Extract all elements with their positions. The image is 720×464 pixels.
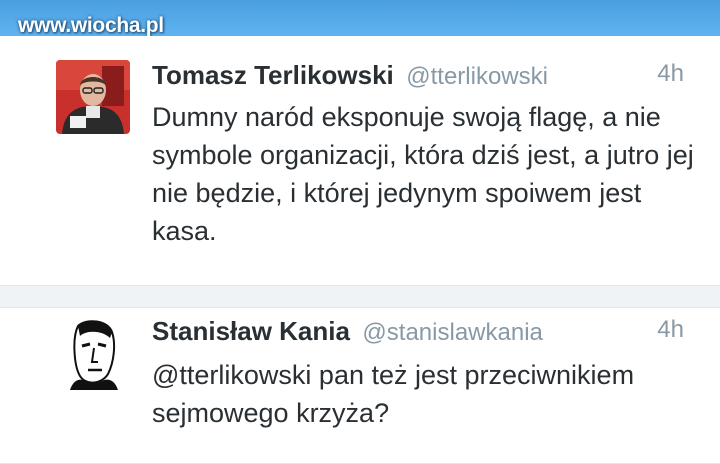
tweet-header: Tomasz Terlikowski @tterlikowski 4h: [152, 60, 702, 94]
user-handle[interactable]: @stanislawkania: [362, 319, 542, 346]
avatar-sketch-icon: [56, 316, 130, 390]
site-watermark: www.wiocha.pl: [18, 14, 164, 37]
display-name[interactable]: Tomasz Terlikowski: [152, 60, 394, 90]
display-name[interactable]: Stanisław Kania: [152, 316, 350, 346]
tweet-item[interactable]: Tomasz Terlikowski @tterlikowski 4h Dumn…: [0, 36, 720, 286]
user-handle[interactable]: @tterlikowski: [406, 63, 548, 90]
tweet-timestamp[interactable]: 4h: [657, 60, 684, 88]
user-avatar[interactable]: [56, 60, 130, 134]
tweet-timestamp[interactable]: 4h: [657, 316, 684, 344]
avatar-photo-icon: [56, 60, 130, 134]
tweet-header: Stanisław Kania @stanislawkania 4h: [152, 316, 702, 350]
user-avatar[interactable]: [56, 316, 130, 390]
tweet-text: @tterlikowski pan też jest przeciwnikiem…: [152, 360, 635, 428]
feed-divider: [0, 286, 720, 308]
tweet-text: Dumny naród eksponuje swoją flagę, a nie…: [152, 102, 694, 246]
tweet-feed: Tomasz Terlikowski @tterlikowski 4h Dumn…: [0, 36, 720, 464]
tweet-item[interactable]: Stanisław Kania @stanislawkania 4h @tter…: [0, 308, 720, 464]
